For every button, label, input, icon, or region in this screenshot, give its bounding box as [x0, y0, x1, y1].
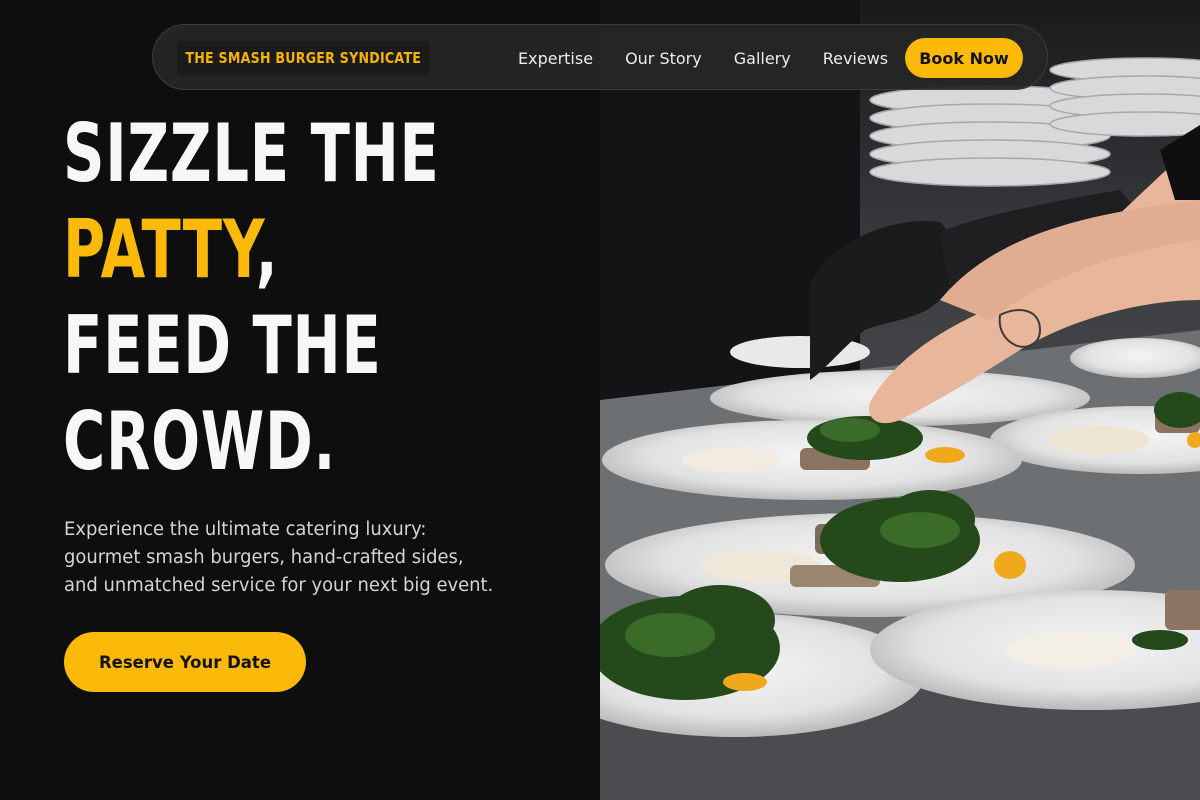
headline-line-3: FEED THE [63, 299, 382, 392]
nav-link-our-story[interactable]: Our Story [625, 49, 702, 68]
hero-subtitle: Experience the ultimate catering luxury:… [64, 516, 564, 600]
headline-line-2-rest: , [255, 203, 279, 296]
headline-line-1: SIZZLE THE [63, 107, 440, 200]
hero-headline: SIZZLE THE PATTY, FEED THE CROWD. [63, 106, 583, 490]
nav-link-reviews[interactable]: Reviews [823, 49, 888, 68]
plating-photo [600, 0, 1200, 800]
navbar: THE SMASH BURGER SYNDICATE Expertise Our… [152, 24, 1048, 90]
subtitle-line-3: and unmatched service for your next big … [64, 575, 494, 596]
brand-logo[interactable]: THE SMASH BURGER SYNDICATE [177, 41, 430, 75]
nav-link-expertise[interactable]: Expertise [518, 49, 593, 68]
reserve-date-button[interactable]: Reserve Your Date [64, 632, 306, 692]
headline-line-2: PATTY, [63, 202, 437, 298]
nav-links: Expertise Our Story Gallery Reviews [518, 25, 888, 91]
headline-line-4: CROWD. [63, 395, 337, 488]
nav-link-gallery[interactable]: Gallery [734, 49, 791, 68]
hero-image [600, 0, 1200, 800]
headline-accent-word: PATTY [63, 203, 256, 296]
book-now-button[interactable]: Book Now [905, 38, 1023, 78]
subtitle-line-1: Experience the ultimate catering luxury: [64, 519, 427, 540]
subtitle-line-2: gourmet smash burgers, hand-crafted side… [64, 547, 464, 568]
